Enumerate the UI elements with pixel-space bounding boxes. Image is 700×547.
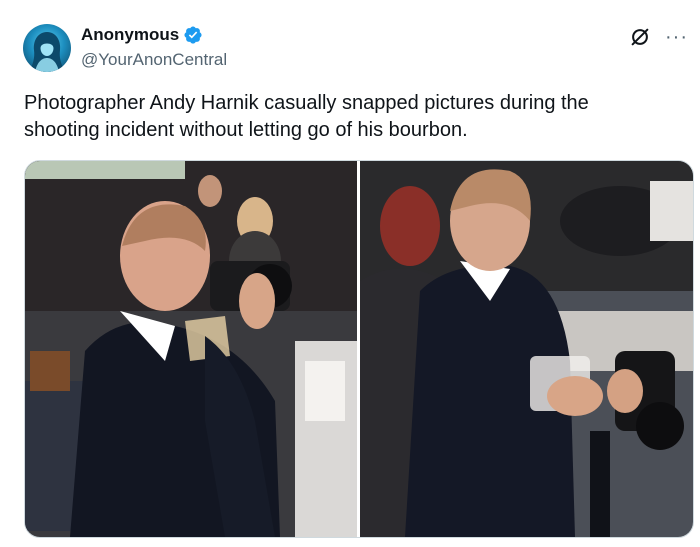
media-grid[interactable] — [24, 160, 694, 538]
verified-badge-icon[interactable] — [183, 25, 203, 45]
photo-photographer-holding-glass[interactable] — [360, 161, 693, 537]
photo-photographer-drinking[interactable] — [25, 161, 357, 537]
tweet-text: Photographer Andy Harnik casually snappe… — [24, 92, 589, 141]
more-icon[interactable]: ··· — [665, 26, 688, 48]
anonymous-hood-avatar-icon — [29, 32, 65, 72]
avatar[interactable] — [23, 24, 71, 72]
tweet-card[interactable]: Anonymous @YourAnonCentral ··· Photograp… — [0, 0, 700, 547]
grok-icon[interactable] — [629, 26, 651, 48]
handle[interactable]: @YourAnonCentral — [81, 50, 227, 70]
display-name[interactable]: Anonymous — [81, 25, 179, 45]
